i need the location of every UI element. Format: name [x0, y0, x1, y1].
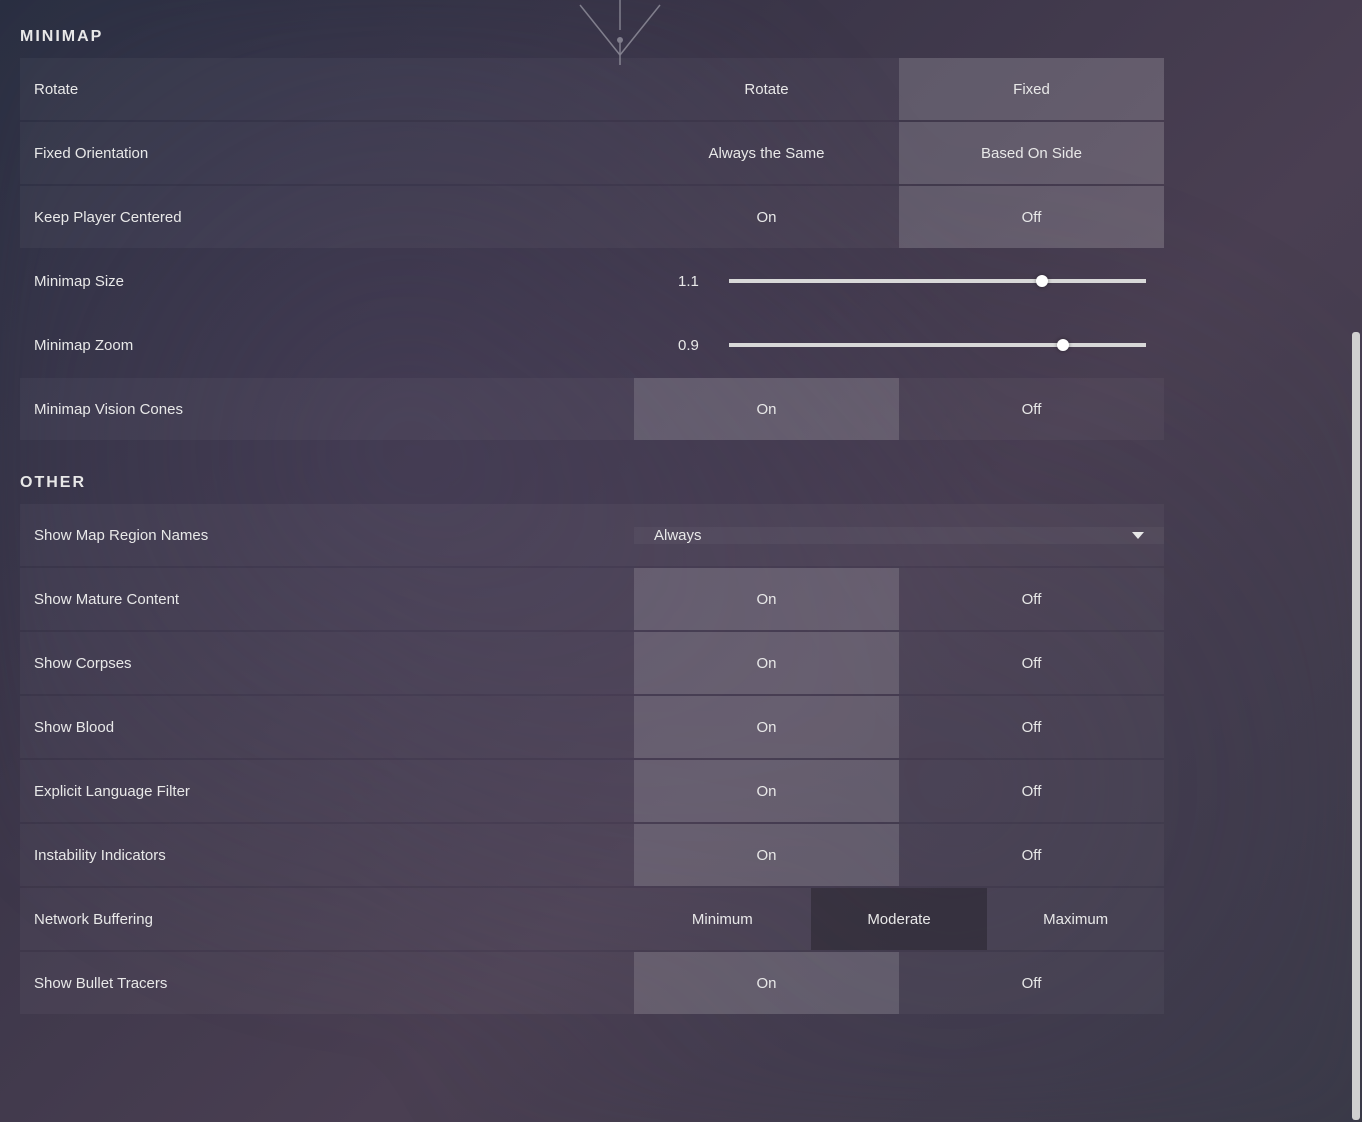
row-instability-indicators: Instability Indicators On Off — [20, 824, 1164, 886]
label-rotate: Rotate — [20, 81, 634, 98]
fixed-orientation-option-side[interactable]: Based On Side — [899, 122, 1164, 184]
row-show-mature-content: Show Mature Content On Off — [20, 568, 1164, 630]
label-region-names: Show Map Region Names — [20, 527, 634, 544]
network-option-minimum[interactable]: Minimum — [634, 888, 811, 950]
row-fixed-orientation: Fixed Orientation Always the Same Based … — [20, 122, 1164, 184]
blood-option-off[interactable]: Off — [899, 696, 1164, 758]
label-minimap-size: Minimap Size — [20, 273, 634, 290]
row-rotate: Rotate Rotate Fixed — [20, 58, 1164, 120]
bullet-tracers-option-off[interactable]: Off — [899, 952, 1164, 1014]
minimap-size-slider-thumb[interactable] — [1036, 275, 1048, 287]
region-names-dropdown-value: Always — [654, 527, 702, 544]
rotate-option-rotate[interactable]: Rotate — [634, 58, 899, 120]
network-option-moderate[interactable]: Moderate — [811, 888, 988, 950]
row-show-map-region-names: Show Map Region Names Always — [20, 504, 1164, 566]
row-network-buffering: Network Buffering Minimum Moderate Maxim… — [20, 888, 1164, 950]
minimap-size-value: 1.1 — [634, 273, 699, 290]
instability-option-off[interactable]: Off — [899, 824, 1164, 886]
row-show-bullet-tracers: Show Bullet Tracers On Off — [20, 952, 1164, 1014]
mature-content-option-off[interactable]: Off — [899, 568, 1164, 630]
fixed-orientation-option-always[interactable]: Always the Same — [634, 122, 899, 184]
corpses-option-on[interactable]: On — [634, 632, 899, 694]
keep-centered-option-on[interactable]: On — [634, 186, 899, 248]
blood-option-on[interactable]: On — [634, 696, 899, 758]
mature-content-option-on[interactable]: On — [634, 568, 899, 630]
network-option-maximum[interactable]: Maximum — [987, 888, 1164, 950]
row-explicit-language-filter: Explicit Language Filter On Off — [20, 760, 1164, 822]
label-bullet-tracers: Show Bullet Tracers — [20, 975, 634, 992]
label-keep-player-centered: Keep Player Centered — [20, 209, 634, 226]
section-title-other: OTHER — [20, 474, 1164, 492]
minimap-size-slider[interactable] — [729, 279, 1146, 283]
row-show-blood: Show Blood On Off — [20, 696, 1164, 758]
row-minimap-size: Minimap Size 1.1 — [20, 250, 1164, 312]
label-minimap-zoom: Minimap Zoom — [20, 337, 634, 354]
label-mature-content: Show Mature Content — [20, 591, 634, 608]
label-blood: Show Blood — [20, 719, 634, 736]
row-show-corpses: Show Corpses On Off — [20, 632, 1164, 694]
bullet-tracers-option-on[interactable]: On — [634, 952, 899, 1014]
rotate-option-fixed[interactable]: Fixed — [899, 58, 1164, 120]
language-filter-option-on[interactable]: On — [634, 760, 899, 822]
label-instability: Instability Indicators — [20, 847, 634, 864]
chevron-down-icon — [1132, 532, 1144, 539]
keep-centered-option-off[interactable]: Off — [899, 186, 1164, 248]
label-network-buffering: Network Buffering — [20, 911, 634, 928]
minimap-zoom-value: 0.9 — [634, 337, 699, 354]
minimap-zoom-slider[interactable] — [729, 343, 1146, 347]
row-keep-player-centered: Keep Player Centered On Off — [20, 186, 1164, 248]
section-title-minimap: MINIMAP — [20, 28, 1164, 46]
corpses-option-off[interactable]: Off — [899, 632, 1164, 694]
label-vision-cones: Minimap Vision Cones — [20, 401, 634, 418]
label-corpses: Show Corpses — [20, 655, 634, 672]
minimap-zoom-slider-thumb[interactable] — [1057, 339, 1069, 351]
row-minimap-vision-cones: Minimap Vision Cones On Off — [20, 378, 1164, 440]
vision-cones-option-on[interactable]: On — [634, 378, 899, 440]
instability-option-on[interactable]: On — [634, 824, 899, 886]
language-filter-option-off[interactable]: Off — [899, 760, 1164, 822]
vision-cones-option-off[interactable]: Off — [899, 378, 1164, 440]
row-minimap-zoom: Minimap Zoom 0.9 — [20, 314, 1164, 376]
label-fixed-orientation: Fixed Orientation — [20, 145, 634, 162]
scrollbar-thumb[interactable] — [1352, 332, 1360, 1120]
label-language-filter: Explicit Language Filter — [20, 783, 634, 800]
scrollbar[interactable] — [1352, 2, 1360, 1120]
region-names-dropdown[interactable]: Always — [634, 527, 1164, 544]
